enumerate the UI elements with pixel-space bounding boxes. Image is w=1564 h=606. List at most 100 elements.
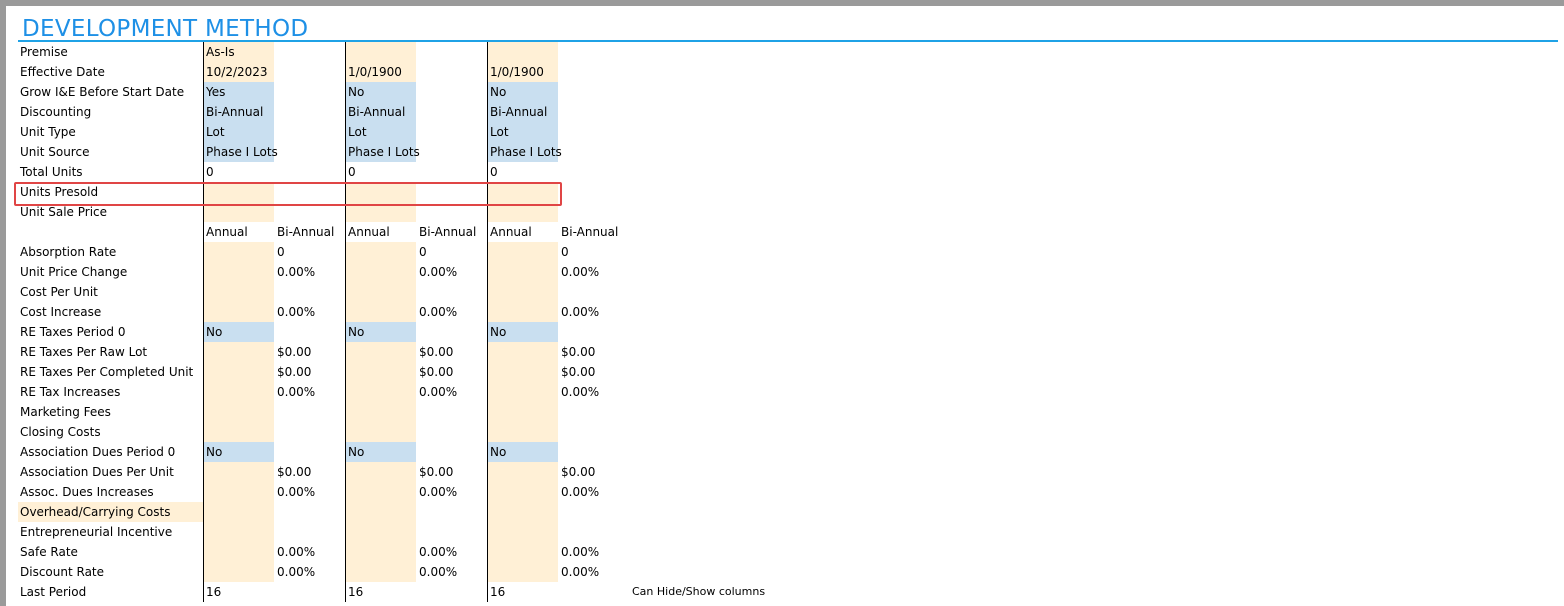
cell-last-period[interactable]: 16 [206, 582, 221, 602]
cell-re-tax-increases[interactable]: 0.00% [561, 382, 599, 402]
cell-total-units[interactable]: 0 [348, 162, 356, 182]
cell-unit-source[interactable]: Phase I Lots [348, 142, 420, 162]
row-label: Discounting [20, 105, 92, 119]
cell-last-period[interactable]: 16 [490, 582, 505, 602]
cell-assoc-dues-per-unit[interactable]: $0.00 [419, 462, 453, 482]
row-label: Closing Costs [20, 425, 101, 439]
beige-input-fill [204, 342, 274, 442]
cell-re-tax-increases[interactable]: 0.00% [277, 382, 315, 402]
cell-re-taxes-period0[interactable]: No [206, 322, 222, 342]
cell-safe-rate[interactable]: 0.00% [561, 542, 599, 562]
cell-discount-rate[interactable]: 0.00% [277, 562, 315, 582]
row-label: Total Units [20, 165, 83, 179]
cell-discounting[interactable]: Bi-Annual [490, 102, 547, 122]
cell-assoc-dues-increases[interactable]: 0.00% [419, 482, 457, 502]
cell-hdr-annual[interactable]: Annual [206, 222, 248, 242]
row-label: Unit Price Change [20, 265, 128, 279]
beige-input-fill [346, 242, 416, 322]
cell-effective-date[interactable]: 1/0/1900 [348, 62, 402, 82]
row-label: Safe Rate [20, 545, 78, 559]
cell-hdr-biannual[interactable]: Bi-Annual [277, 222, 334, 242]
cell-unit-price-change[interactable]: 0.00% [561, 262, 599, 282]
row-label: Marketing Fees [20, 405, 111, 419]
row-label: Assoc. Dues Increases [20, 485, 154, 499]
column-border-1 [203, 42, 204, 602]
cell-re-taxes-completed[interactable]: $0.00 [561, 362, 595, 382]
column-border-3 [487, 42, 488, 602]
cell-re-taxes-period0[interactable]: No [490, 322, 506, 342]
beige-input-fill [346, 462, 416, 582]
cell-absorption[interactable]: 0 [561, 242, 569, 262]
cell-assoc-dues-increases[interactable]: 0.00% [277, 482, 315, 502]
cell-re-tax-increases[interactable]: 0.00% [419, 382, 457, 402]
cell-re-taxes-completed[interactable]: $0.00 [419, 362, 453, 382]
cell-assoc-dues-period0[interactable]: No [490, 442, 506, 462]
row-label: RE Taxes Per Raw Lot [20, 345, 148, 359]
cell-re-taxes-completed[interactable]: $0.00 [277, 362, 311, 382]
cell-discounting[interactable]: Bi-Annual [206, 102, 263, 122]
row-label: Unit Type [20, 125, 76, 139]
row-label: Association Dues Period 0 [20, 445, 176, 459]
column-border-2 [345, 42, 346, 602]
cell-hdr-biannual[interactable]: Bi-Annual [419, 222, 476, 242]
cell-re-taxes-raw-lot[interactable]: $0.00 [561, 342, 595, 362]
cell-total-units[interactable]: 0 [490, 162, 498, 182]
cell-last-period[interactable]: 16 [348, 582, 363, 602]
cell-re-taxes-raw-lot[interactable]: $0.00 [419, 342, 453, 362]
cell-re-taxes-raw-lot[interactable]: $0.00 [277, 342, 311, 362]
cell-total-units[interactable]: 0 [206, 162, 214, 182]
beige-input-fill [488, 342, 558, 442]
cell-discount-rate[interactable]: 0.00% [419, 562, 457, 582]
row-label: Cost Increase [20, 305, 102, 319]
cell-effective-date[interactable]: 10/2/2023 [206, 62, 268, 82]
cell-unit-type[interactable]: Lot [348, 122, 367, 142]
cell-grow[interactable]: Yes [206, 82, 225, 102]
cell-hdr-annual[interactable]: Annual [490, 222, 532, 242]
cell-unit-type[interactable]: Lot [490, 122, 509, 142]
beige-input-fill [488, 462, 558, 582]
row-label: Overhead/Carrying Costs [20, 505, 171, 519]
cell-hdr-annual[interactable]: Annual [348, 222, 390, 242]
cell-safe-rate[interactable]: 0.00% [419, 542, 457, 562]
row-label: Discount Rate [20, 565, 105, 579]
cell-assoc-dues-per-unit[interactable]: $0.00 [277, 462, 311, 482]
cell-unit-type[interactable]: Lot [206, 122, 225, 142]
beige-input-fill [204, 462, 274, 582]
cell-grow[interactable]: No [490, 82, 506, 102]
cell-premise[interactable]: As-Is [206, 42, 235, 62]
row-label: Cost Per Unit [20, 285, 98, 299]
row-label: Grow I&E Before Start Date [20, 85, 185, 99]
row-label: RE Tax Increases [20, 385, 121, 399]
cell-effective-date[interactable]: 1/0/1900 [490, 62, 544, 82]
cell-hdr-biannual[interactable]: Bi-Annual [561, 222, 618, 242]
cell-discounting[interactable]: Bi-Annual [348, 102, 405, 122]
row-label: RE Taxes Per Completed Unit [20, 365, 194, 379]
row-label: Association Dues Per Unit [20, 465, 174, 479]
cell-unit-source[interactable]: Phase I Lots [206, 142, 278, 162]
cell-grow[interactable]: No [348, 82, 364, 102]
selection-highlight-units-presold [14, 182, 562, 206]
row-label: Entrepreneurial Incentive [20, 525, 173, 539]
window-top-border [0, 0, 1564, 6]
cell-unit-price-change[interactable]: 0.00% [419, 262, 457, 282]
row-label: Unit Source [20, 145, 90, 159]
beige-input-fill [488, 242, 558, 322]
window-left-border [0, 0, 6, 606]
cell-cost-increase[interactable]: 0.00% [277, 302, 315, 322]
cell-discount-rate[interactable]: 0.00% [561, 562, 599, 582]
cell-cost-increase[interactable]: 0.00% [561, 302, 599, 322]
cell-safe-rate[interactable]: 0.00% [277, 542, 315, 562]
cell-assoc-dues-per-unit[interactable]: $0.00 [561, 462, 595, 482]
cell-absorption[interactable]: 0 [419, 242, 427, 262]
cell-assoc-dues-period0[interactable]: No [348, 442, 364, 462]
cell-unit-price-change[interactable]: 0.00% [277, 262, 315, 282]
row-label: Effective Date [20, 65, 105, 79]
cell-re-taxes-period0[interactable]: No [348, 322, 364, 342]
beige-input-fill [204, 242, 274, 322]
cell-assoc-dues-increases[interactable]: 0.00% [561, 482, 599, 502]
cell-cost-increase[interactable]: 0.00% [419, 302, 457, 322]
hide-show-note: Can Hide/Show columns [632, 585, 766, 598]
cell-absorption[interactable]: 0 [277, 242, 285, 262]
cell-unit-source[interactable]: Phase I Lots [490, 142, 562, 162]
cell-assoc-dues-period0[interactable]: No [206, 442, 222, 462]
